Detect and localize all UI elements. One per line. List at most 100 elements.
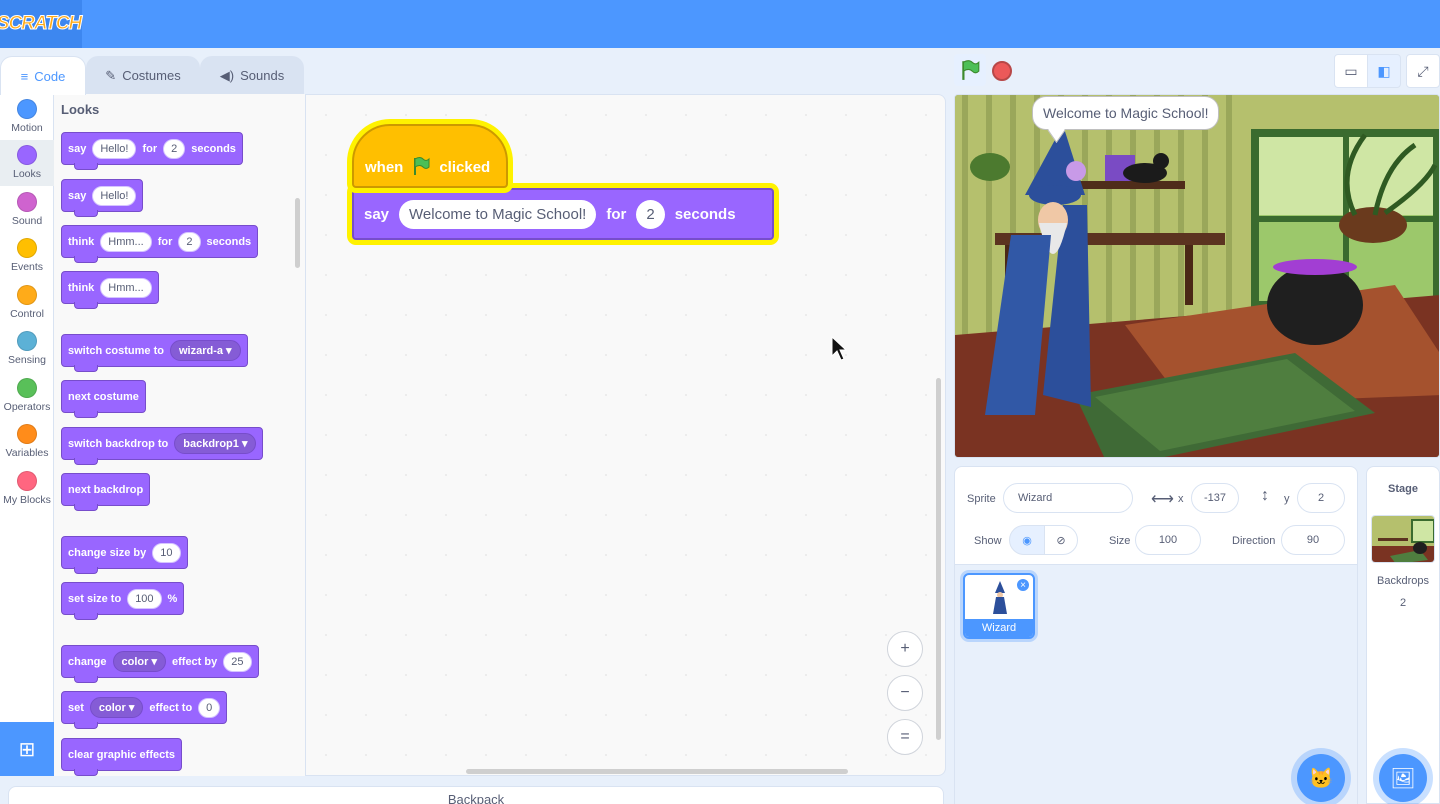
category-events[interactable]: Events bbox=[0, 233, 54, 279]
tab-sounds[interactable]: ◀) Sounds bbox=[200, 56, 304, 94]
choose-sprite-button[interactable]: 🐱 bbox=[1297, 754, 1345, 802]
y-position-input[interactable]: 2 bbox=[1297, 483, 1345, 513]
x-position-input[interactable]: -137 bbox=[1191, 483, 1239, 513]
close-icon: × bbox=[1020, 579, 1026, 591]
control-color-dot bbox=[17, 285, 37, 305]
effect-amount-input[interactable]: 25 bbox=[223, 651, 252, 672]
delete-sprite-button[interactable]: × bbox=[1016, 578, 1030, 592]
workspace-horizontal-scrollbar[interactable] bbox=[466, 769, 848, 774]
large-stage-button[interactable]: ◧ bbox=[1367, 54, 1401, 88]
block-switch-backdrop[interactable]: switch backdrop to backdrop1 ▾ bbox=[61, 427, 264, 465]
stop-button[interactable] bbox=[992, 61, 1012, 81]
effect-dropdown[interactable]: color ▾ bbox=[89, 697, 144, 718]
category-control[interactable]: Control bbox=[0, 280, 54, 326]
green-flag-button[interactable] bbox=[954, 54, 986, 86]
size-input[interactable]: 100 bbox=[127, 588, 162, 609]
backdrop-dropdown[interactable]: backdrop1 ▾ bbox=[174, 433, 257, 454]
block-text: seconds bbox=[191, 142, 236, 155]
small-stage-icon: ▭ bbox=[1344, 62, 1358, 79]
horizontal-arrows-icon: ⟷ bbox=[1151, 491, 1174, 508]
brush-icon: ✎ bbox=[105, 67, 117, 83]
block-change-effect[interactable]: change color ▾ effect by 25 bbox=[61, 645, 259, 683]
category-motion[interactable]: Motion bbox=[0, 94, 54, 140]
looks-color-dot bbox=[17, 145, 37, 165]
block-text: think bbox=[68, 235, 95, 248]
block-say[interactable]: say Hello! bbox=[61, 179, 144, 217]
block-text: clear graphic effects bbox=[68, 748, 175, 761]
sprite-name-input[interactable]: Wizard bbox=[1003, 483, 1133, 513]
message-input[interactable]: Hello! bbox=[92, 138, 137, 159]
message-input[interactable]: Hello! bbox=[92, 185, 137, 206]
when-flag-clicked-block[interactable]: when clicked bbox=[352, 124, 508, 188]
block-next-costume[interactable]: next costume bbox=[61, 380, 146, 418]
block-text: for bbox=[157, 235, 173, 248]
sprite-list: × Wizard bbox=[955, 565, 1357, 804]
events-color-dot bbox=[17, 238, 37, 258]
secs-input[interactable]: 2 bbox=[636, 199, 665, 229]
block-next-backdrop[interactable]: next backdrop bbox=[61, 473, 151, 511]
block-text: change size by bbox=[68, 546, 147, 559]
category-operators[interactable]: Operators bbox=[0, 373, 54, 419]
size-label: Size bbox=[1109, 535, 1131, 547]
dropdown-value: color bbox=[98, 702, 126, 714]
effect-amount-input[interactable]: 0 bbox=[198, 697, 221, 718]
backdrops-count: 2 bbox=[1399, 597, 1407, 609]
block-switch-costume[interactable]: switch costume to wizard-a ▾ bbox=[61, 334, 248, 372]
choose-backdrop-button[interactable]: 🖼 bbox=[1379, 754, 1427, 802]
stage-header: ▭ ◧ ⤢ bbox=[954, 54, 1440, 88]
sprite-thumbnail[interactable]: × Wizard bbox=[963, 573, 1035, 639]
x-value: -137 bbox=[1203, 492, 1227, 504]
category-sound[interactable]: Sound bbox=[0, 187, 54, 233]
workspace-vertical-scrollbar[interactable] bbox=[936, 378, 941, 740]
category-my-blocks[interactable]: My Blocks bbox=[0, 466, 54, 512]
secs-input[interactable]: 2 bbox=[178, 231, 201, 252]
block-say-for-secs[interactable]: say Hello! for 2 seconds bbox=[61, 132, 243, 170]
speech-text: Welcome to Magic School! bbox=[1043, 105, 1209, 121]
size-input[interactable]: 10 bbox=[152, 542, 181, 563]
show-hidden-button[interactable]: ⊘ bbox=[1044, 525, 1078, 555]
effect-dropdown[interactable]: color ▾ bbox=[112, 651, 166, 672]
category-looks[interactable]: Looks bbox=[0, 140, 54, 186]
green-flag-icon bbox=[962, 60, 980, 80]
backpack-panel[interactable]: Backpack bbox=[8, 786, 944, 804]
block-clear-effects[interactable]: clear graphic effects bbox=[61, 738, 182, 776]
message-input[interactable]: Hmm... bbox=[100, 231, 152, 252]
message-input[interactable]: Hmm... bbox=[100, 277, 152, 298]
backdrop-thumbnail bbox=[1371, 515, 1435, 563]
block-think-for-secs[interactable]: think Hmm... for 2 seconds bbox=[61, 225, 259, 263]
block-change-size[interactable]: change size by 10 bbox=[61, 536, 188, 574]
say-for-secs-block[interactable]: say Welcome to Magic School! for 2 secon… bbox=[352, 188, 774, 240]
fullscreen-icon: ⤢ bbox=[1417, 62, 1429, 79]
add-extension-button[interactable]: ⊞ bbox=[0, 722, 54, 776]
secs-input[interactable]: 2 bbox=[163, 138, 186, 159]
speech-bubble: Welcome to Magic School! bbox=[1032, 96, 1220, 130]
block-text: effect by bbox=[172, 655, 218, 668]
zoom-in-button[interactable]: + bbox=[887, 631, 923, 667]
message-input[interactable]: Welcome to Magic School! bbox=[399, 199, 597, 229]
tab-costumes[interactable]: ✎ Costumes bbox=[86, 56, 200, 94]
size-input[interactable]: 100 bbox=[1135, 525, 1201, 555]
show-visible-button[interactable]: ◉ bbox=[1009, 525, 1045, 555]
zoom-reset-button[interactable]: = bbox=[887, 719, 923, 755]
category-variables[interactable]: Variables bbox=[0, 419, 54, 465]
stage-canvas[interactable] bbox=[954, 94, 1440, 458]
block-text: next costume bbox=[68, 390, 139, 403]
zoom-in-icon: + bbox=[900, 640, 910, 657]
block-set-effect[interactable]: set color ▾ effect to 0 bbox=[61, 691, 228, 729]
costume-dropdown[interactable]: wizard-a ▾ bbox=[169, 340, 241, 361]
scratch-logo-button[interactable]: SCRATCH bbox=[0, 0, 83, 48]
zoom-out-button[interactable]: − bbox=[887, 675, 923, 711]
flyout-scrollbar[interactable] bbox=[295, 198, 300, 268]
block-set-size[interactable]: set size to 100 % bbox=[61, 582, 185, 620]
my-blocks-color-dot bbox=[17, 471, 37, 491]
category-sensing[interactable]: Sensing bbox=[0, 326, 54, 372]
tab-sounds-label: Sounds bbox=[240, 68, 285, 83]
tab-code-label: Code bbox=[34, 68, 66, 84]
sprite-info: Sprite Wizard ⟷ x -137 ↕ y 2 Show ◉ ⊘ Si… bbox=[955, 467, 1357, 565]
small-stage-button[interactable]: ▭ bbox=[1334, 54, 1368, 88]
block-think[interactable]: think Hmm... bbox=[61, 271, 159, 309]
eye-icon: ◉ bbox=[1022, 534, 1032, 547]
tab-code[interactable]: ≡ Code bbox=[0, 56, 86, 95]
fullscreen-button[interactable]: ⤢ bbox=[1406, 54, 1440, 88]
direction-input[interactable]: 90 bbox=[1281, 525, 1345, 555]
